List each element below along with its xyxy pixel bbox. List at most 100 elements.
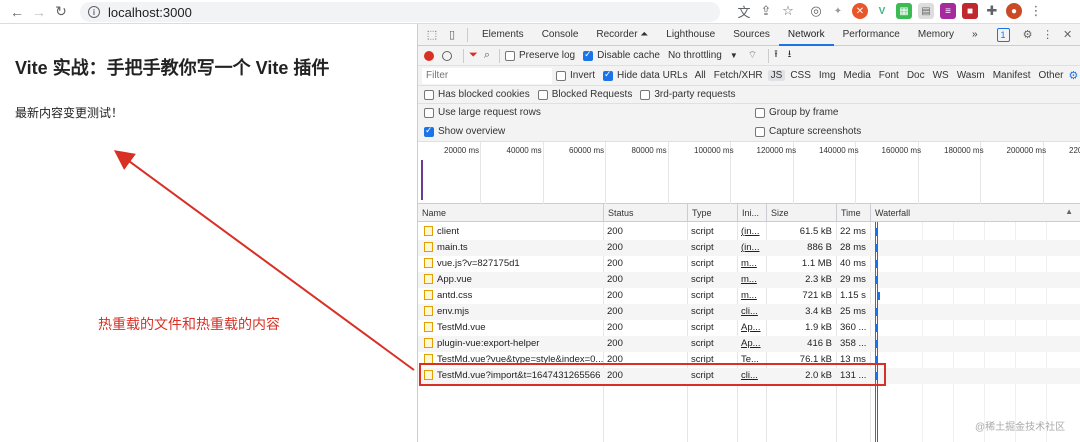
group-by-frame-checkbox[interactable] xyxy=(755,107,765,118)
tab-console[interactable]: Console xyxy=(533,24,588,46)
export-har-icon[interactable]: ⭳ xyxy=(788,47,792,64)
extension-gray-icon[interactable]: ▤ xyxy=(918,3,934,19)
extensions-puzzle-icon[interactable]: ✚ xyxy=(984,3,1000,19)
table-row[interactable]: vue.js?v=827175d1 200 script m... 1.1 MB 40 m… xyxy=(418,256,1080,272)
cell-name[interactable]: App.vue xyxy=(418,272,603,288)
cell-name[interactable]: main.ts xyxy=(418,240,603,256)
filter-type-css[interactable]: CSS xyxy=(787,70,814,81)
filter-type-wasm[interactable]: Wasm xyxy=(954,70,988,81)
cell-initiator[interactable]: Ap... xyxy=(737,320,766,336)
preserve-log-checkbox[interactable] xyxy=(504,50,515,61)
more-options-icon[interactable]: ⋮ xyxy=(1038,24,1058,46)
record-icon[interactable] xyxy=(424,50,434,61)
column-header-waterfall[interactable]: Waterfall xyxy=(870,204,1080,222)
sort-ascending-icon[interactable]: ▲ xyxy=(1065,207,1073,216)
column-header-status[interactable]: Status xyxy=(603,204,687,222)
cell-name[interactable]: vue.js?v=827175d1 xyxy=(418,256,603,272)
throttling-select[interactable]: No throttling xyxy=(668,50,722,61)
search-icon[interactable]: ⌕ xyxy=(484,49,490,62)
cell-initiator[interactable]: m... xyxy=(737,272,766,288)
blocked-requests-checkbox[interactable] xyxy=(537,89,548,100)
cell-initiator[interactable]: (in... xyxy=(737,240,766,256)
column-header-size[interactable]: Size xyxy=(766,204,836,222)
cell-initiator[interactable]: m... xyxy=(737,256,766,272)
table-row[interactable]: env.mjs 200 script cli... 3.4 kB 25 ms xyxy=(418,304,1080,320)
extension-vue-icon[interactable]: V xyxy=(874,3,890,19)
browser-menu-icon[interactable]: ⋮ xyxy=(1028,3,1044,19)
back-arrow-icon[interactable]: ← xyxy=(6,1,28,23)
filter-type-img[interactable]: Img xyxy=(816,70,839,81)
extension-sparkle-icon[interactable]: ✦ xyxy=(830,3,846,19)
profile-avatar[interactable]: ● xyxy=(1006,3,1022,19)
chevron-down-icon[interactable]: ▼ xyxy=(730,51,738,60)
filter-input[interactable] xyxy=(422,67,552,84)
tab-sources[interactable]: Sources xyxy=(724,24,779,46)
show-overview-checkbox[interactable] xyxy=(424,125,434,137)
share-icon[interactable]: ⇪ xyxy=(758,3,774,19)
settings-gear-icon[interactable]: ⚙ xyxy=(1018,24,1038,46)
extension-red-icon[interactable]: ✕ xyxy=(852,3,868,19)
cell-name[interactable]: antd.css xyxy=(418,288,603,304)
column-header-type[interactable]: Type xyxy=(687,204,737,222)
filter-type-fetchxhr[interactable]: Fetch/XHR xyxy=(711,70,766,81)
network-conditions-icon[interactable]: ⌔ xyxy=(748,49,757,62)
table-row[interactable]: antd.css 200 script m... 721 kB 1.15 s xyxy=(418,288,1080,304)
tab-performance[interactable]: Performance xyxy=(834,24,909,46)
filter-type-ws[interactable]: WS xyxy=(930,70,952,81)
close-devtools-icon[interactable]: ✕ xyxy=(1058,24,1078,46)
clear-icon[interactable] xyxy=(442,50,452,61)
tab-elements[interactable]: Elements xyxy=(473,24,533,46)
tab-network[interactable]: Network xyxy=(778,24,834,46)
filter-type-doc[interactable]: Doc xyxy=(904,70,928,81)
bookmark-star-icon[interactable]: ☆ xyxy=(780,3,796,19)
table-row[interactable]: plugin-vue:export-helper 200 script Ap... 41… xyxy=(418,336,1080,352)
tab-[interactable]: » xyxy=(963,24,987,46)
filter-type-other[interactable]: Other xyxy=(1035,70,1066,81)
large-rows-checkbox[interactable] xyxy=(424,107,434,118)
extension-radio-icon[interactable]: ◎ xyxy=(808,3,824,19)
table-row[interactable]: main.ts 200 script (in... 886 B 28 ms xyxy=(418,240,1080,256)
address-bar[interactable]: i localhost:3000 xyxy=(80,2,720,22)
filter-funnel-icon[interactable]: ⏷ xyxy=(469,49,478,62)
import-har-icon[interactable]: ⭱ xyxy=(774,47,778,64)
extension-purple-icon[interactable]: ≡ xyxy=(940,3,956,19)
column-header-time[interactable]: Time xyxy=(836,204,870,222)
extension-red-square-icon[interactable]: ■ xyxy=(962,3,978,19)
network-overview-timeline[interactable]: 20000 ms 40000 ms 60000 ms 80000 ms 100000 m… xyxy=(418,142,1080,204)
capture-screenshots-checkbox[interactable] xyxy=(755,126,765,137)
inspect-element-icon[interactable]: ⬚ xyxy=(422,24,442,46)
filter-type-font[interactable]: Font xyxy=(876,70,902,81)
filter-type-manifest[interactable]: Manifest xyxy=(990,70,1034,81)
cell-initiator[interactable]: m... xyxy=(737,288,766,304)
tab-lighthouse[interactable]: Lighthouse xyxy=(657,24,724,46)
site-info-icon[interactable]: i xyxy=(88,6,100,18)
filter-type-all[interactable]: All xyxy=(692,70,709,81)
cell-name[interactable]: env.mjs xyxy=(418,304,603,320)
cell-name[interactable]: plugin-vue:export-helper xyxy=(418,336,603,352)
table-row[interactable]: App.vue 200 script m... 2.3 kB 29 ms xyxy=(418,272,1080,288)
hide-data-urls-checkbox[interactable] xyxy=(603,69,614,81)
table-row[interactable]: client 200 script (in... 61.5 kB 22 ms xyxy=(418,224,1080,240)
device-toolbar-icon[interactable]: ▯ xyxy=(442,24,462,46)
tab-recorder[interactable]: Recorder ⏶ xyxy=(587,24,657,46)
reload-icon[interactable]: ↻ xyxy=(50,1,72,23)
table-row[interactable]: TestMd.vue 200 script Ap... 1.9 kB 360 ... xyxy=(418,320,1080,336)
third-party-checkbox[interactable] xyxy=(640,89,651,100)
translate-icon[interactable]: 文 xyxy=(736,3,752,20)
invert-checkbox[interactable] xyxy=(556,70,566,81)
cell-name[interactable]: TestMd.vue xyxy=(418,320,603,336)
blocked-cookies-checkbox[interactable] xyxy=(424,89,434,100)
cell-name[interactable]: client xyxy=(418,224,603,240)
disable-cache-checkbox[interactable] xyxy=(583,49,594,61)
cell-initiator[interactable]: (in... xyxy=(737,224,766,240)
forward-arrow-icon[interactable]: → xyxy=(28,1,50,23)
filter-type-media[interactable]: Media xyxy=(841,70,874,81)
cell-initiator[interactable]: Ap... xyxy=(737,336,766,352)
extension-grid-icon[interactable]: ▦ xyxy=(896,3,912,19)
cell-initiator[interactable]: cli... xyxy=(737,304,766,320)
tab-memory[interactable]: Memory xyxy=(909,24,963,46)
filter-type-js[interactable]: JS xyxy=(767,70,786,81)
column-header-name[interactable]: Name xyxy=(418,204,603,222)
messages-badge[interactable]: 1 xyxy=(996,27,1010,42)
network-settings-gear-icon[interactable]: ⚙ xyxy=(1069,69,1079,82)
